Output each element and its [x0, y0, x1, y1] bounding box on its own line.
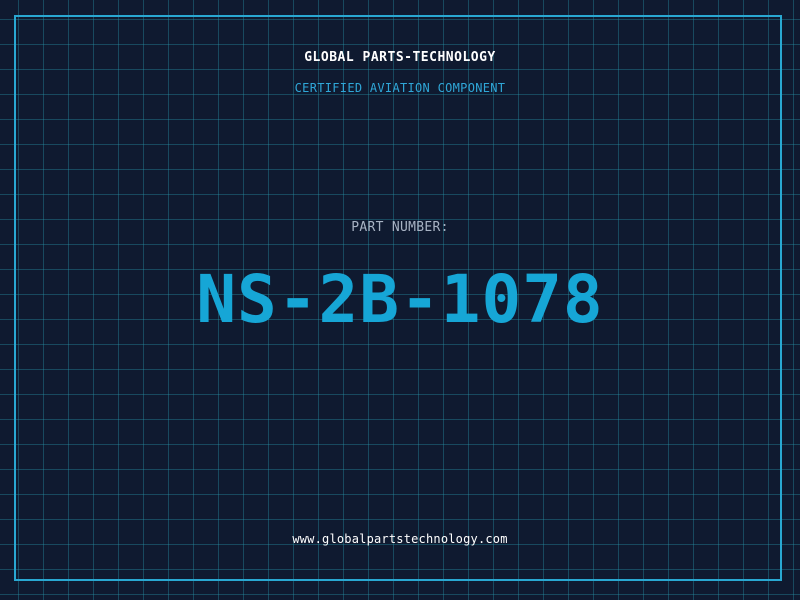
part-label-card: GLOBAL PARTS-TECHNOLOGY CERTIFIED AVIATI…	[0, 0, 800, 600]
certification-subtitle: CERTIFIED AVIATION COMPONENT	[294, 81, 506, 95]
part-number-value: NS-2B-1078	[196, 261, 604, 338]
website-url: www.globalpartstechnology.com	[292, 532, 508, 546]
part-number-label: PART NUMBER:	[351, 220, 449, 235]
company-name: GLOBAL PARTS-TECHNOLOGY	[304, 50, 496, 65]
